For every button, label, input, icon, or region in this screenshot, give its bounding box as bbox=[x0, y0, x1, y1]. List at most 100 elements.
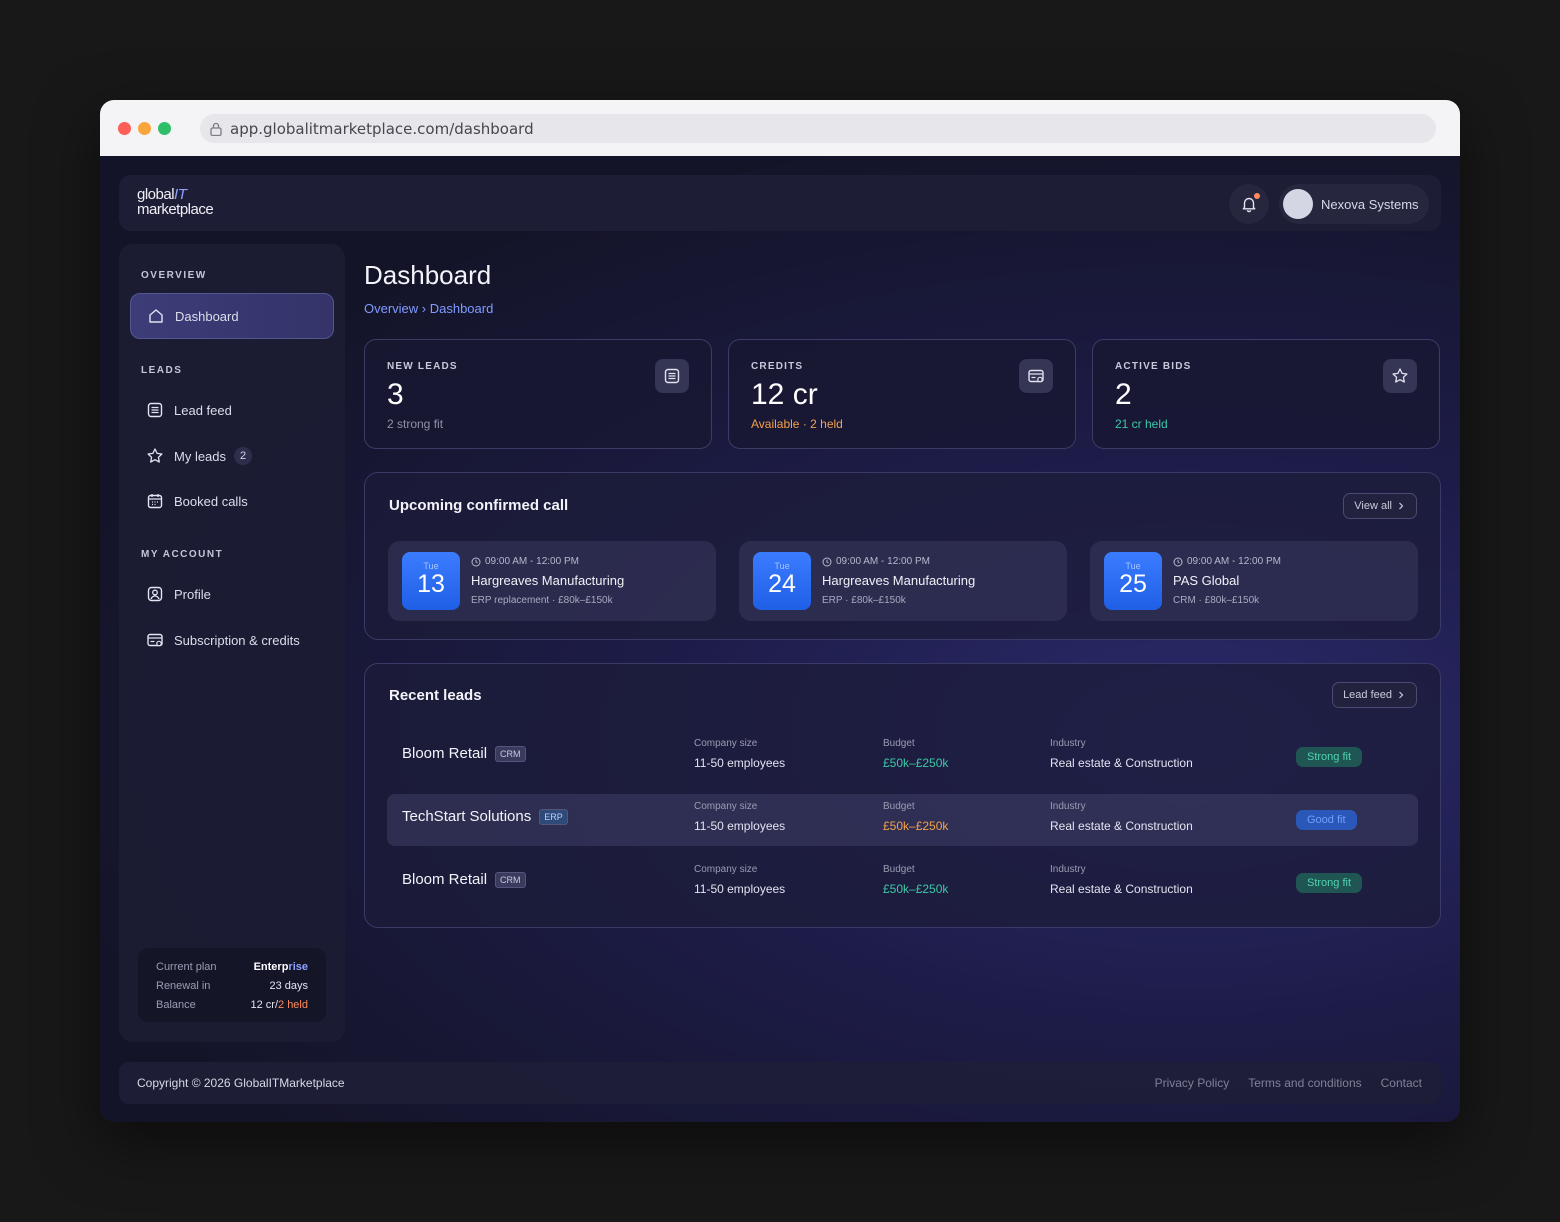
stat-label: NEW LEADS bbox=[387, 361, 458, 372]
sidebar-item-label: Dashboard bbox=[175, 308, 239, 324]
sidebar-section-leads: LEADS bbox=[141, 365, 183, 376]
call-day: 24 bbox=[768, 570, 796, 598]
column-value: £50k–£250k bbox=[883, 756, 949, 770]
plan-value: Enterprise bbox=[254, 961, 308, 973]
fit-badge: Strong fit bbox=[1296, 747, 1363, 767]
sidebar-item-booked-calls[interactable]: Booked calls bbox=[130, 478, 334, 524]
renewal-row: Renewal in 23 days bbox=[156, 980, 308, 992]
fit-badge: Strong fit bbox=[1296, 873, 1363, 893]
upcoming-calls-panel: Upcoming confirmed call View all Tue 13 … bbox=[364, 472, 1441, 640]
column-label: Industry bbox=[1050, 864, 1086, 875]
lead-name-text: Bloom Retail bbox=[402, 871, 488, 888]
brand-logo[interactable]: globalIT marketplace bbox=[137, 187, 214, 218]
terms-link[interactable]: Terms and conditions bbox=[1248, 1076, 1361, 1090]
stat-value: 2 bbox=[1115, 378, 1132, 411]
column-value: Real estate & Construction bbox=[1050, 756, 1193, 770]
call-card[interactable]: Tue 24 09:00 AM - 12:00 PM Hargreaves Ma… bbox=[739, 541, 1067, 621]
balance-label: Balance bbox=[156, 999, 196, 1011]
card-icon bbox=[1019, 359, 1053, 393]
close-window-button[interactable] bbox=[118, 122, 131, 135]
lock-icon bbox=[210, 122, 222, 136]
call-card[interactable]: Tue 25 09:00 AM - 12:00 PM PAS Global CR… bbox=[1090, 541, 1418, 621]
balance-value: 12 cr/2 held bbox=[251, 999, 309, 1011]
sidebar-item-label: Booked calls bbox=[174, 493, 248, 509]
lead-budget: Budget £50k–£250k bbox=[883, 738, 948, 770]
call-meta: ERP · £80k–£150k bbox=[822, 595, 906, 606]
button-label: Lead feed bbox=[1343, 689, 1392, 701]
lead-category-tag: CRM bbox=[495, 745, 526, 762]
column-label: Budget bbox=[883, 864, 915, 875]
call-day: 13 bbox=[417, 570, 445, 598]
call-time: 09:00 AM - 12:00 PM bbox=[471, 556, 579, 567]
call-time: 09:00 AM - 12:00 PM bbox=[822, 556, 930, 567]
sidebar-item-label: My leads bbox=[174, 448, 227, 464]
call-meta: CRM · £80k–£150k bbox=[1173, 595, 1260, 606]
stat-label: CREDITS bbox=[751, 361, 804, 372]
column-value: Real estate & Construction bbox=[1050, 819, 1193, 833]
sidebar-item-my-leads[interactable]: My leads 2 bbox=[130, 433, 334, 479]
minimize-window-button[interactable] bbox=[138, 122, 151, 135]
sidebar-item-subscription[interactable]: Subscription & credits bbox=[130, 617, 334, 663]
column-value: 11-50 employees bbox=[694, 819, 786, 833]
sidebar-item-label: Lead feed bbox=[174, 402, 232, 418]
call-card[interactable]: Tue 13 09:00 AM - 12:00 PM Hargreaves Ma… bbox=[388, 541, 716, 621]
maximize-window-button[interactable] bbox=[158, 122, 171, 135]
lead-feed-button[interactable]: Lead feed bbox=[1332, 682, 1417, 708]
card-icon bbox=[147, 633, 163, 647]
user-name: Nexova Systems bbox=[1321, 196, 1419, 212]
lead-industry: Industry Real estate & Construction bbox=[1050, 801, 1193, 833]
stat-card-active-bids: ACTIVE BIDS 2 21 cr held bbox=[1092, 339, 1440, 449]
sidebar-item-dashboard[interactable]: Dashboard bbox=[130, 293, 334, 339]
recent-leads-panel: Recent leads Lead feed Bloom Retail CRM … bbox=[364, 663, 1441, 928]
view-all-button[interactable]: View all bbox=[1343, 493, 1417, 519]
renewal-label: Renewal in bbox=[156, 980, 211, 992]
browser-chrome: app.globalitmarketplace.com/dashboard bbox=[100, 100, 1460, 156]
stat-label: ACTIVE BIDS bbox=[1115, 361, 1192, 372]
stat-subtext: 21 cr held bbox=[1115, 417, 1168, 431]
privacy-policy-link[interactable]: Privacy Policy bbox=[1155, 1076, 1230, 1090]
lead-company-size: Company size 11-50 employees bbox=[694, 738, 785, 770]
balance-row: Balance 12 cr/2 held bbox=[156, 999, 308, 1011]
logo-text-marketplace: marketplace bbox=[137, 201, 214, 218]
list-icon bbox=[147, 402, 163, 418]
lead-name: Bloom Retail CRM bbox=[402, 745, 526, 762]
user-menu[interactable]: Nexova Systems bbox=[1279, 184, 1429, 224]
button-label: View all bbox=[1354, 500, 1392, 512]
lead-name: Bloom Retail CRM bbox=[402, 871, 526, 888]
contact-link[interactable]: Contact bbox=[1381, 1076, 1422, 1090]
sidebar-item-label: Subscription & credits bbox=[174, 632, 300, 648]
lead-name-text: TechStart Solutions bbox=[402, 808, 532, 825]
balance-held: 2 held bbox=[278, 999, 308, 1011]
avatar bbox=[1283, 189, 1313, 219]
column-value: 11-50 employees bbox=[694, 756, 786, 770]
lead-company-size: Company size 11-50 employees bbox=[694, 864, 785, 896]
sidebar-item-profile[interactable]: Profile bbox=[130, 571, 334, 617]
lead-industry: Industry Real estate & Construction bbox=[1050, 738, 1193, 770]
panel-title: Upcoming confirmed call bbox=[389, 497, 569, 514]
call-date-badge: Tue 13 bbox=[402, 552, 460, 610]
plan-label: Current plan bbox=[156, 961, 217, 973]
lead-row[interactable]: Bloom Retail CRM Company size 11-50 empl… bbox=[387, 731, 1418, 783]
breadcrumb[interactable]: Overview › Dashboard bbox=[364, 301, 493, 316]
lead-row[interactable]: TechStart Solutions ERP Company size 11-… bbox=[387, 794, 1418, 846]
stat-subtext: Available · 2 held bbox=[751, 417, 843, 431]
lead-name-text: Bloom Retail bbox=[402, 745, 488, 762]
page-title: Dashboard bbox=[364, 260, 492, 290]
lead-category-tag: CRM bbox=[495, 871, 526, 888]
stat-value: 12 cr bbox=[751, 378, 818, 411]
lead-name: TechStart Solutions ERP bbox=[402, 808, 568, 825]
balance-amount: 12 cr/ bbox=[250, 999, 279, 1011]
browser-window: app.globalitmarketplace.com/dashboard gl… bbox=[100, 100, 1460, 1122]
notifications-button[interactable] bbox=[1229, 184, 1269, 224]
app: globalIT marketplace Nexova Systems OVER… bbox=[100, 156, 1460, 1122]
address-bar[interactable]: app.globalitmarketplace.com/dashboard bbox=[200, 114, 1436, 143]
copyright: Copyright © 2026 GlobalITMarketplace bbox=[137, 1076, 345, 1090]
column-label: Budget bbox=[883, 738, 915, 749]
lead-budget: Budget £50k–£250k bbox=[883, 801, 948, 833]
sidebar-item-lead-feed[interactable]: Lead feed bbox=[130, 387, 334, 433]
sidebar: OVERVIEW Dashboard LEADS Lead feed My le… bbox=[119, 244, 345, 1042]
stat-value: 3 bbox=[387, 378, 404, 411]
column-label: Industry bbox=[1050, 738, 1086, 749]
lead-industry: Industry Real estate & Construction bbox=[1050, 864, 1193, 896]
lead-row[interactable]: Bloom Retail CRM Company size 11-50 empl… bbox=[387, 857, 1418, 909]
